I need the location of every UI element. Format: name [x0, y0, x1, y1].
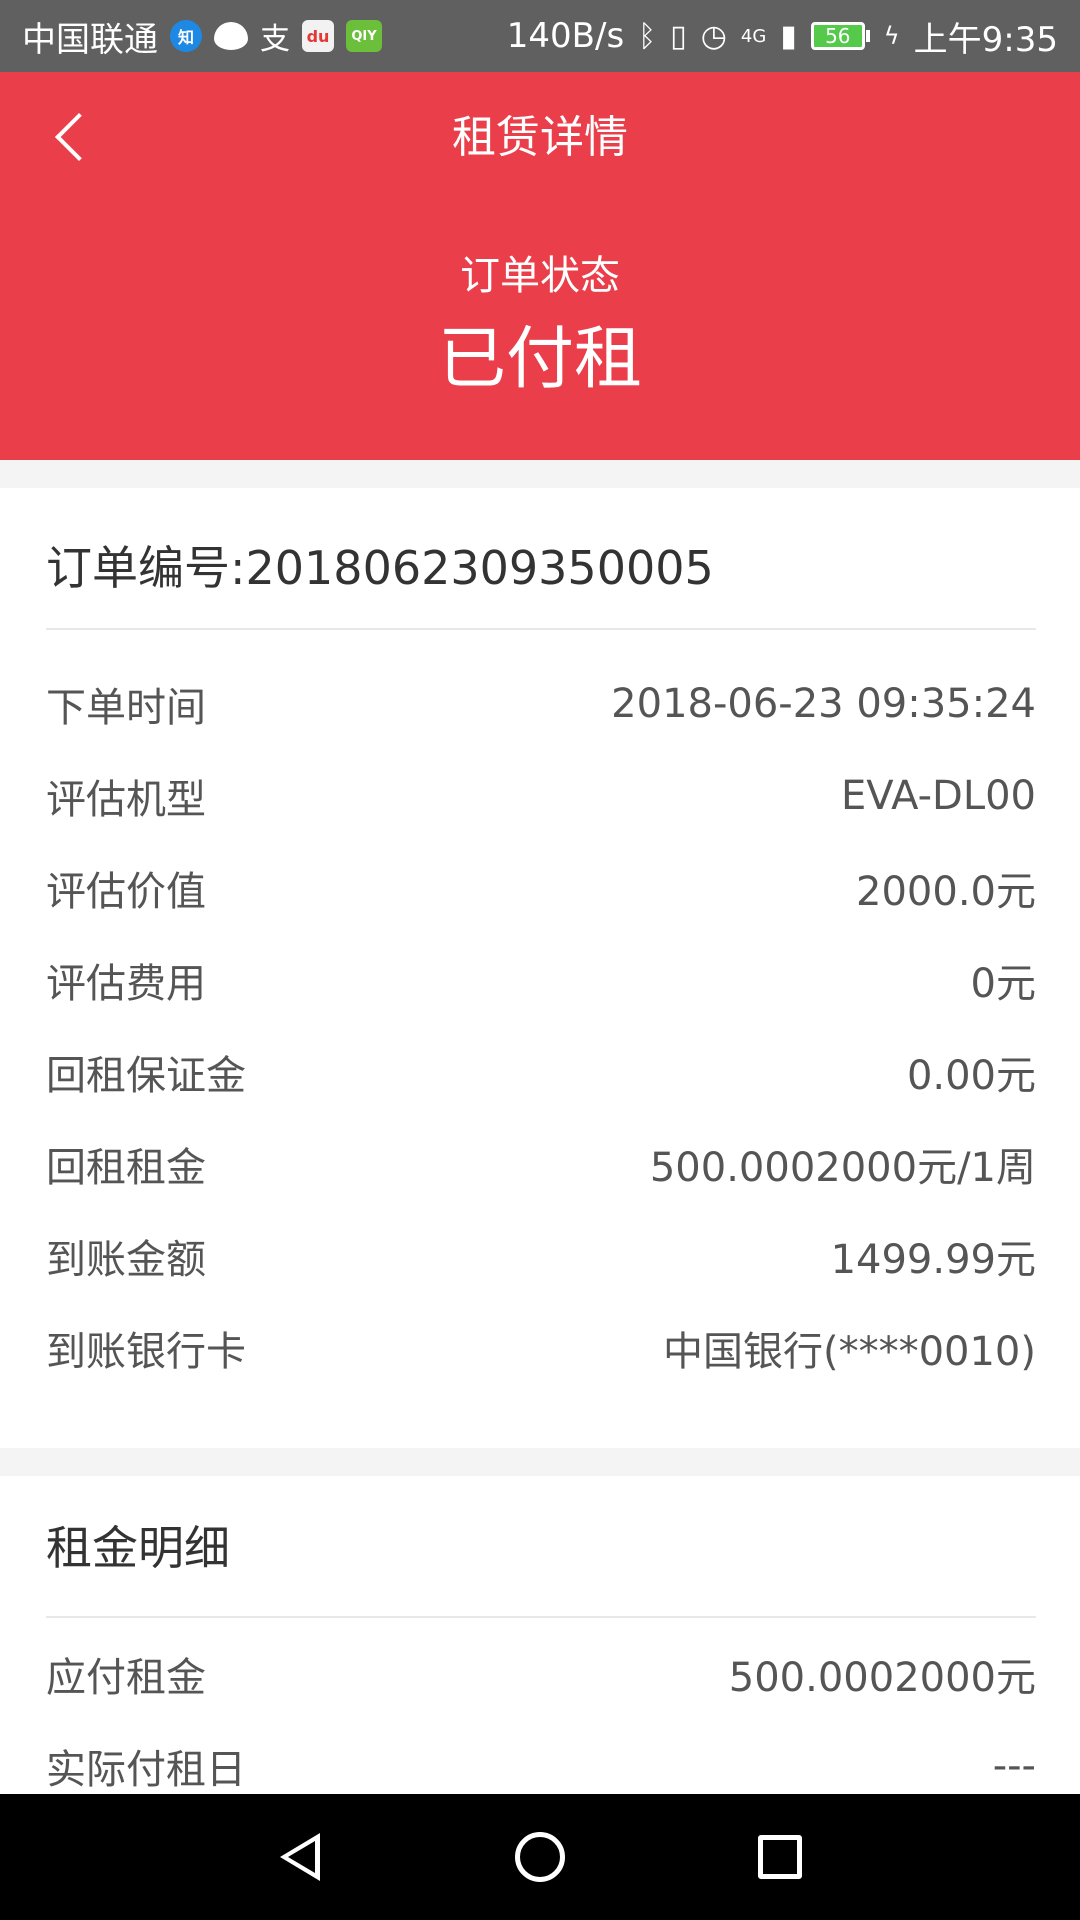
battery-tip — [865, 30, 870, 42]
row-value: 1499.99元 — [830, 1237, 1036, 1283]
detail-row-bank-card: 到账银行卡 中国银行(****0010) — [46, 1302, 1036, 1394]
row-value: 0.00元 — [906, 1053, 1036, 1099]
detail-row-rent-due: 应付租金 500.0002000元 — [46, 1628, 1036, 1720]
header: 租赁详情 订单状态 已付租 — [0, 72, 1080, 460]
alipay-icon: 支 — [260, 22, 290, 57]
nav-home-button[interactable] — [495, 1812, 585, 1902]
detail-row-fee: 评估费用 0元 — [46, 934, 1036, 1026]
alarm-icon: ◷ — [700, 18, 727, 54]
navigation-bar — [0, 1794, 1080, 1920]
row-value: 中国银行(****0010) — [662, 1329, 1036, 1375]
charging-icon: ϟ — [883, 22, 900, 50]
status-bar: 中国联通 知 支 du QIY 140B/s ᛒ ▯ ◷ 4G ▮ 56 ϟ 上… — [0, 0, 1080, 72]
nav-home-icon — [515, 1832, 565, 1882]
status-bar-right: 140B/s ᛒ ▯ ◷ 4G ▮ 56 ϟ 上午9:35 — [507, 12, 1058, 61]
row-value: 500.0002000元 — [728, 1655, 1036, 1701]
vibrate-icon: ▯ — [670, 18, 687, 54]
row-label: 应付租金 — [46, 1655, 206, 1701]
rent-detail-list: 应付租金 500.0002000元 实际付租日 --- — [46, 1628, 1036, 1812]
nav-back-icon — [280, 1833, 320, 1881]
detail-row-deposit: 回租保证金 0.00元 — [46, 1026, 1036, 1118]
row-label: 到账金额 — [46, 1237, 206, 1283]
detail-row-model: 评估机型 EVA-DL00 — [46, 750, 1036, 842]
net-speed: 140B/s — [506, 16, 625, 56]
row-label: 下单时间 — [46, 685, 206, 731]
detail-row-order-time: 下单时间 2018-06-23 09:35:24 — [46, 658, 1036, 750]
rent-detail-card: 租金明细 应付租金 500.0002000元 实际付租日 --- — [0, 1476, 1080, 1794]
order-number: 订单编号:2018062309350005 — [46, 541, 714, 595]
row-label: 评估费用 — [46, 961, 206, 1007]
signal-type: 4G — [740, 25, 767, 47]
battery-icon: 56 — [810, 22, 870, 50]
row-value: --- — [992, 1743, 1036, 1789]
detail-row-amount-received: 到账金额 1499.99元 — [46, 1210, 1036, 1302]
status-bar-left: 中国联通 知 支 du QIY — [22, 12, 382, 61]
row-value: 2000.0元 — [856, 869, 1036, 915]
map-app-icon: du — [302, 20, 334, 52]
row-label: 评估机型 — [46, 777, 206, 823]
order-status-value: 已付租 — [437, 320, 642, 399]
nav-recent-button[interactable] — [735, 1812, 825, 1902]
battery-level: 56 — [810, 22, 865, 50]
bluetooth-icon: ᛒ — [638, 18, 657, 54]
detail-row-value: 评估价值 2000.0元 — [46, 842, 1036, 934]
nav-back-button[interactable] — [255, 1812, 345, 1902]
page-title: 租赁详情 — [452, 112, 628, 163]
zhihu-icon: 知 — [170, 20, 202, 52]
row-value: 0元 — [970, 961, 1036, 1007]
row-value: EVA-DL00 — [841, 773, 1036, 819]
detail-row-rent: 回租租金 500.0002000元/1周 — [46, 1118, 1036, 1210]
rent-detail-title: 租金明细 — [46, 1521, 230, 1575]
signal-icon: ▮ — [780, 18, 797, 54]
order-details-list: 下单时间 2018-06-23 09:35:24 评估机型 EVA-DL00 评… — [46, 658, 1036, 1394]
row-label: 回租租金 — [46, 1145, 206, 1191]
screen: 中国联通 知 支 du QIY 140B/s ᛒ ▯ ◷ 4G ▮ 56 ϟ 上… — [0, 0, 1080, 1920]
row-value: 2018-06-23 09:35:24 — [611, 681, 1036, 727]
clock: 上午9:35 — [913, 19, 1058, 60]
divider — [46, 628, 1036, 630]
order-status-label: 订单状态 — [460, 253, 620, 299]
row-label: 评估价值 — [46, 869, 206, 915]
order-info-card: 订单编号:2018062309350005 下单时间 2018-06-23 09… — [0, 488, 1080, 1448]
row-label: 实际付租日 — [46, 1747, 246, 1793]
iqiyi-icon: QIY — [346, 20, 382, 52]
message-icon — [214, 22, 248, 50]
row-label: 到账银行卡 — [46, 1329, 246, 1375]
divider — [46, 1616, 1036, 1618]
nav-recent-icon — [758, 1835, 802, 1879]
row-value: 500.0002000元/1周 — [649, 1145, 1036, 1191]
carrier-name: 中国联通 — [22, 19, 158, 60]
row-label: 回租保证金 — [46, 1053, 246, 1099]
